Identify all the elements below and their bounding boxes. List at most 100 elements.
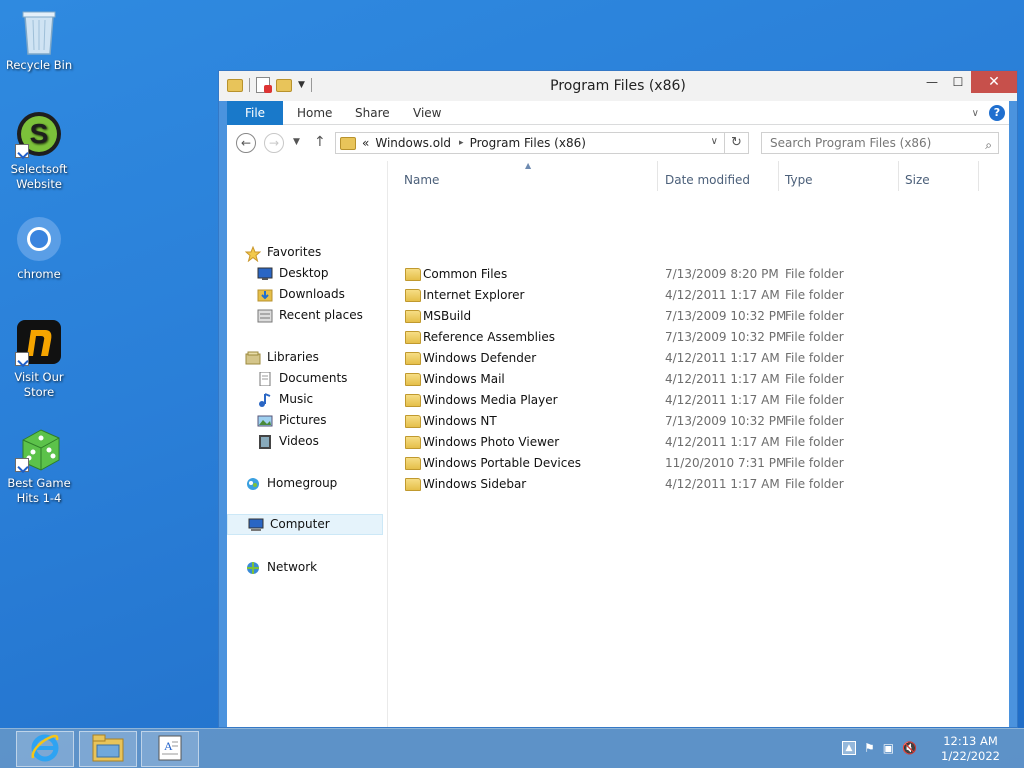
desktop-icon-selectsoft[interactable]: S Selectsoft Website	[1, 110, 77, 192]
internet-explorer-icon	[29, 732, 61, 767]
file-date: 7/13/2009 8:20 PM	[665, 267, 779, 281]
nav-label: Favorites	[267, 245, 322, 259]
file-name: Windows Sidebar	[423, 477, 527, 491]
nav-computer[interactable]: Computer	[227, 514, 383, 535]
star-icon	[244, 245, 262, 262]
taskbar-document-app[interactable]: A	[141, 731, 199, 767]
tab-view[interactable]: View	[401, 101, 453, 125]
file-date: 7/13/2009 10:32 PM	[665, 309, 787, 323]
nav-desktop[interactable]: Desktop	[257, 263, 329, 284]
address-dropdown-chevron-icon[interactable]: ∨	[711, 136, 718, 147]
nav-videos[interactable]: Videos	[257, 431, 319, 452]
breadcrumb-program-files-x86[interactable]: Program Files (x86)	[470, 136, 586, 150]
close-button[interactable]: ✕	[971, 71, 1017, 93]
column-divider[interactable]	[778, 161, 779, 191]
file-row[interactable]: Internet Explorer 4/12/2011 1:17 AM File…	[395, 285, 1009, 306]
file-type: File folder	[785, 456, 844, 470]
action-center-flag-icon[interactable]: ⚑	[864, 741, 875, 755]
folder-icon	[405, 436, 421, 449]
selectsoft-icon: S	[15, 110, 63, 158]
tab-share[interactable]: Share	[343, 101, 402, 125]
minimize-button[interactable]: —	[919, 71, 945, 93]
breadcrumb-overflow[interactable]: «	[362, 136, 369, 150]
address-bar-row: ← → ▼ ↑ « Windows.old ▸ Program Files (x…	[227, 125, 1009, 161]
file-row[interactable]: Windows Mail 4/12/2011 1:17 AM File fold…	[395, 369, 1009, 390]
desktop-icon-chrome[interactable]: chrome	[1, 215, 77, 282]
file-row[interactable]: Windows Photo Viewer 4/12/2011 1:17 AM F…	[395, 432, 1009, 453]
breadcrumb-windows-old[interactable]: Windows.old	[375, 136, 451, 150]
folder-icon	[405, 478, 421, 491]
file-row[interactable]: Windows Defender 4/12/2011 1:17 AM File …	[395, 348, 1009, 369]
file-name: MSBuild	[423, 309, 472, 323]
nav-homegroup[interactable]: Homegroup	[245, 473, 337, 494]
file-name: Windows Photo Viewer	[423, 435, 560, 449]
folder-icon	[405, 415, 421, 428]
tray-clock[interactable]: 12:13 AM 1/22/2022	[941, 734, 1000, 764]
nav-music[interactable]: Music	[257, 389, 313, 410]
up-arrow-icon[interactable]: ↑	[314, 134, 326, 150]
nav-downloads[interactable]: Downloads	[257, 284, 345, 305]
folder-icon	[405, 268, 421, 281]
folder-icon	[405, 457, 421, 470]
title-bar[interactable]: ▼ Program Files (x86) — ☐ ✕	[219, 71, 1017, 101]
breadcrumb-separator[interactable]: ▸	[459, 138, 464, 148]
search-input[interactable]: Search Program Files (x86) ⌕	[761, 132, 999, 154]
expand-ribbon-chevron-icon[interactable]: ∨	[972, 108, 979, 119]
file-list: ▲ Name Date modified Type Size Common Fi…	[395, 161, 1009, 727]
svg-text:A: A	[164, 739, 173, 753]
volume-muted-icon[interactable]: 🔇	[902, 741, 917, 755]
file-row[interactable]: Windows Portable Devices 11/20/2010 7:31…	[395, 453, 1009, 474]
column-header-date-modified[interactable]: Date modified	[665, 169, 750, 191]
tab-home[interactable]: Home	[285, 101, 344, 125]
file-row[interactable]: Reference Assemblies 7/13/2009 10:32 PM …	[395, 327, 1009, 348]
nav-label: Libraries	[267, 350, 319, 364]
nav-label: Recent places	[279, 308, 363, 322]
column-divider[interactable]	[657, 161, 658, 191]
column-header-size[interactable]: Size	[905, 169, 930, 191]
file-row[interactable]: Windows Sidebar 4/12/2011 1:17 AM File f…	[395, 474, 1009, 495]
refresh-icon[interactable]: ↻	[724, 133, 748, 153]
tab-file[interactable]: File	[227, 101, 283, 125]
nav-favorites[interactable]: Favorites	[244, 242, 322, 263]
window-title: Program Files (x86)	[550, 78, 686, 94]
recent-locations-chevron-icon[interactable]: ▼	[293, 137, 300, 147]
back-button[interactable]: ←	[236, 133, 256, 153]
taskbar-file-explorer[interactable]	[79, 731, 137, 767]
file-date: 7/13/2009 10:32 PM	[665, 330, 787, 344]
file-row[interactable]: Windows NT 7/13/2009 10:32 PM File folde…	[395, 411, 1009, 432]
recycle-bin-icon	[15, 6, 63, 55]
file-date: 4/12/2011 1:17 AM	[665, 288, 780, 302]
address-box[interactable]: « Windows.old ▸ Program Files (x86) ∨ ↻	[335, 132, 749, 154]
file-row[interactable]: Common Files 7/13/2009 8:20 PM File fold…	[395, 264, 1009, 285]
navigation-pane: Favorites Desktop Downloads Recent place…	[227, 161, 385, 727]
file-row[interactable]: Windows Media Player 4/12/2011 1:17 AM F…	[395, 390, 1009, 411]
file-row[interactable]: MSBuild 7/13/2009 10:32 PM File folder	[395, 306, 1009, 327]
nav-recent-places[interactable]: Recent places	[257, 305, 363, 326]
ribbon-tabs: File Home Share View ∨ ?	[227, 101, 1009, 125]
nav-pictures[interactable]: Pictures	[257, 410, 327, 431]
taskbar-internet-explorer[interactable]	[16, 731, 74, 767]
nav-network[interactable]: Network	[245, 557, 317, 578]
pane-splitter[interactable]	[387, 161, 388, 727]
desktop-icon-best-game-hits[interactable]: Best Game Hits 1-4	[1, 424, 77, 506]
column-header-name[interactable]: Name	[404, 169, 439, 191]
clock-date: 1/22/2022	[941, 749, 1000, 763]
chrome-icon	[15, 215, 63, 263]
desktop-icon-recycle-bin[interactable]: Recycle Bin	[1, 6, 77, 73]
maximize-button[interactable]: ☐	[945, 71, 971, 93]
nav-libraries[interactable]: Libraries	[245, 347, 319, 368]
desktop-icon-visit-store[interactable]: Visit Our Store	[1, 318, 77, 400]
column-header-type[interactable]: Type	[785, 169, 813, 191]
music-icon	[257, 392, 273, 407]
nav-documents[interactable]: Documents	[257, 368, 347, 389]
nav-label: Pictures	[279, 413, 327, 427]
help-icon[interactable]: ?	[989, 105, 1005, 121]
column-divider[interactable]	[898, 161, 899, 191]
column-divider[interactable]	[978, 161, 979, 191]
network-tray-icon[interactable]: ▣	[883, 741, 894, 755]
file-name: Common Files	[423, 267, 508, 281]
file-date: 7/13/2009 10:32 PM	[665, 414, 787, 428]
search-icon[interactable]: ⌕	[985, 135, 992, 155]
show-hidden-icons-icon[interactable]: ▲	[842, 741, 856, 755]
forward-button[interactable]: →	[264, 133, 284, 153]
